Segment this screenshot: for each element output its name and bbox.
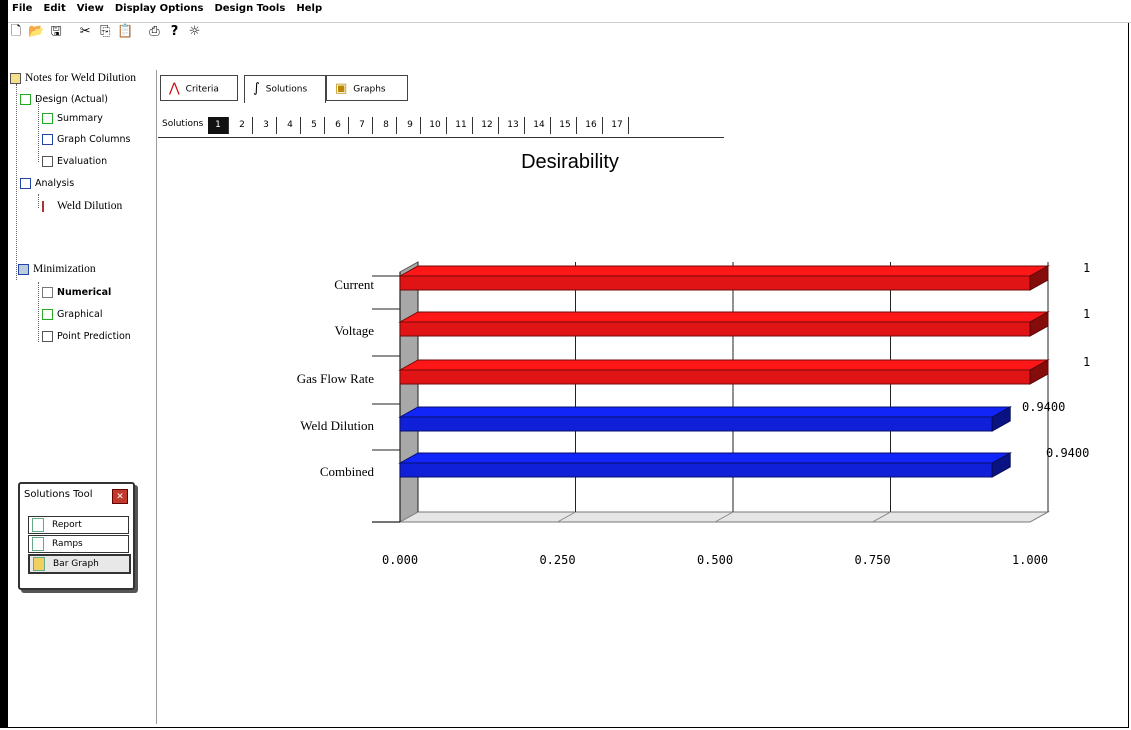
category-label: Combined: [320, 464, 375, 479]
bar-top-face: [398, 406, 1013, 418]
bar-weld-dilution[interactable]: [399, 416, 993, 432]
x-tick-label: 0.500: [697, 553, 733, 567]
bar-current[interactable]: [399, 275, 1031, 291]
category-label: Weld Dilution: [300, 418, 374, 433]
chart-title: Desirability: [521, 151, 619, 173]
bar-top-face: [398, 265, 1050, 277]
bar-top-face: [398, 311, 1050, 323]
value-label: 1: [1083, 355, 1090, 369]
chart-side-wall: [399, 261, 419, 523]
category-label: Gas Flow Rate: [297, 371, 375, 386]
value-label: 1: [1083, 307, 1090, 321]
bar-gas-flow-rate[interactable]: [399, 369, 1031, 385]
bar-combined[interactable]: [399, 462, 993, 478]
value-label: 1: [1083, 261, 1090, 275]
desirability-bar-chart: Desirability 0.000 0.250 0.500 0.750 1.000 Cu…: [297, 151, 1091, 567]
x-tick-label: 1.000: [1012, 553, 1048, 567]
bar-voltage[interactable]: [399, 321, 1031, 337]
bar-top-face: [398, 359, 1050, 371]
category-label: Current: [334, 277, 374, 292]
value-label: 0.9400: [1022, 400, 1065, 414]
value-label: 0.9400: [1046, 446, 1089, 460]
x-tick-label: 0.250: [539, 553, 575, 567]
x-tick-label: 0.000: [382, 553, 418, 567]
category-label: Voltage: [335, 323, 375, 338]
bar-top-face: [398, 452, 1013, 464]
x-tick-label: 0.750: [854, 553, 890, 567]
